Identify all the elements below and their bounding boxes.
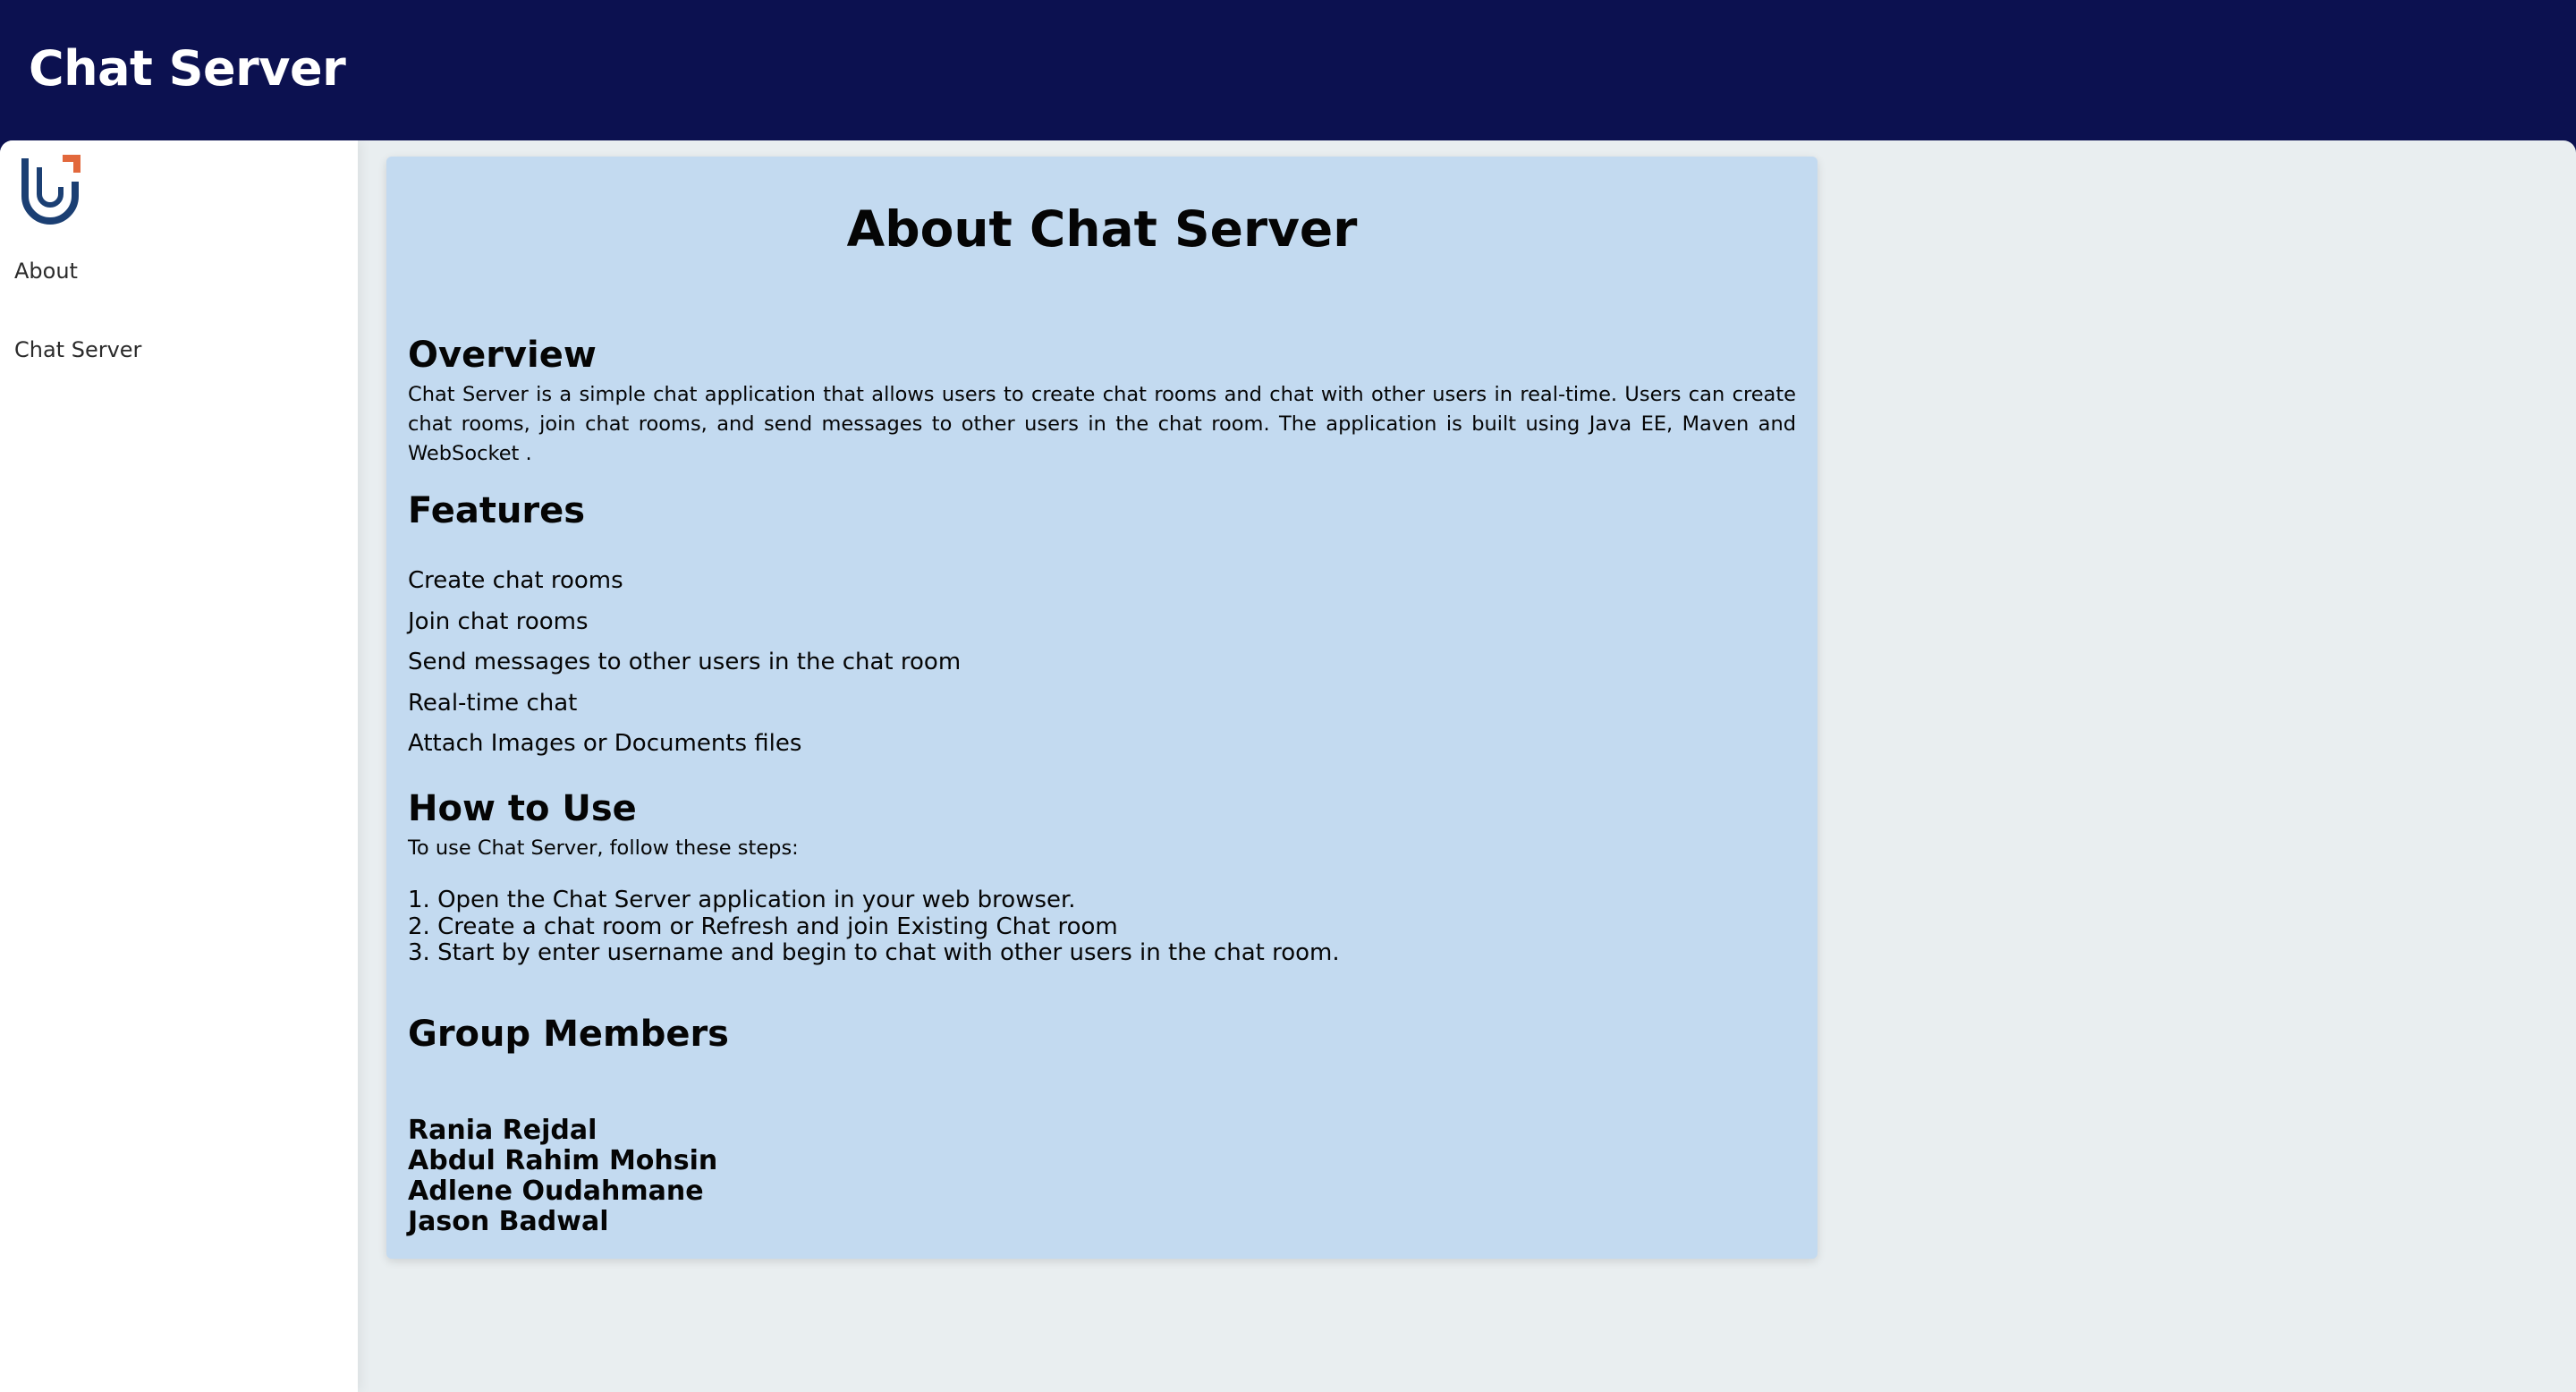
feature-item: Join chat rooms [408,607,589,635]
how-to-use-heading: How to Use [408,788,637,829]
steps-list: 1. Open the Chat Server application in y… [408,887,1340,967]
step-item: 3. Start by enter username and begin to … [408,939,1340,966]
features-heading: Features [408,490,586,531]
step-item: 1. Open the Chat Server application in y… [408,887,1076,913]
sidebar-item-about[interactable]: About [14,259,78,284]
how-to-use-intro: To use Chat Server, follow these steps: [408,836,799,860]
brand-logo-icon[interactable] [20,155,80,228]
overview-heading: Overview [408,335,597,376]
step-item: 2. Create a chat room or Refresh and joi… [408,912,1118,940]
member-name: Jason Badwal [408,1206,609,1237]
member-name: Abdul Rahim Mohsin [408,1145,718,1176]
overview-text: Chat Server is a simple chat application… [408,383,1796,465]
sidebar-item-chat-server[interactable]: Chat Server [14,337,141,362]
app-header: Chat Server [0,0,2576,140]
about-card: About Chat Server Overview Chat Server i… [386,157,1818,1259]
feature-item: Create chat rooms [408,567,623,594]
group-members-heading: Group Members [408,1014,729,1055]
feature-item: Send messages to other users in the chat… [408,649,962,675]
group-members-list: Rania Rejdal Abdul Rahim Mohsin Adlene O… [408,1116,717,1237]
feature-item: Attach Images or Documents files [408,730,802,757]
feature-item: Real-time chat [408,689,578,717]
member-name: Adlene Oudahmane [408,1176,704,1207]
sidebar: About Chat Server [0,140,358,1392]
member-name: Rania Rejdal [408,1115,597,1146]
app-title: Chat Server [29,40,346,97]
app-body: About Chat Server About Chat Server Over… [0,140,2576,1392]
features-list: Create chat rooms Join chat rooms Send m… [408,561,961,765]
page-title: About Chat Server [846,200,1358,258]
